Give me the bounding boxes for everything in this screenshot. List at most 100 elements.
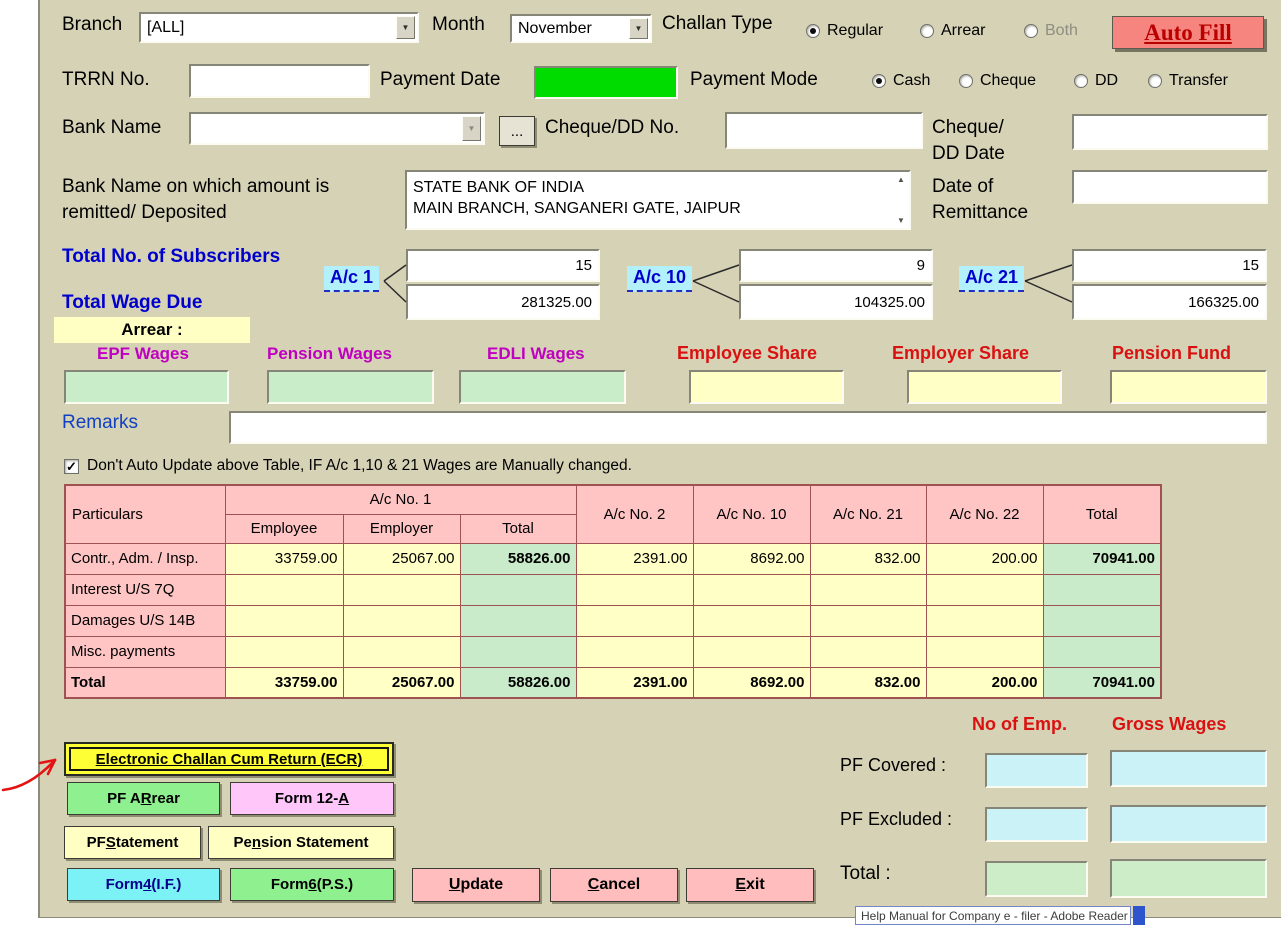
dropdown-arrow-icon[interactable]: ▼	[462, 116, 481, 141]
pf-excluded-label: PF Excluded :	[840, 809, 952, 830]
pf-arrear-label-pre: PF A	[107, 790, 141, 807]
cheque-dd-no-input[interactable]	[725, 112, 923, 149]
table-cell[interactable]: 70941.00	[1043, 543, 1161, 574]
table-cell[interactable]: 200.00	[926, 543, 1043, 574]
dropdown-arrow-icon[interactable]: ▼	[629, 18, 648, 39]
radio-mode-dd[interactable]: DD	[1074, 72, 1118, 90]
table-cell[interactable]	[576, 605, 693, 636]
table-cell[interactable]: 2391.00	[576, 543, 693, 574]
table-cell[interactable]: 58826.00	[460, 543, 576, 574]
table-cell[interactable]	[926, 574, 1043, 605]
form-6-button[interactable]: Form 6 (P.S.)	[230, 868, 394, 901]
table-cell[interactable]	[343, 605, 460, 636]
table-cell[interactable]	[225, 636, 343, 667]
total-label: Total :	[840, 863, 891, 885]
form-12a-button[interactable]: Form 12-A	[230, 782, 394, 815]
ecr-button[interactable]: Electronic Challan Cum Return (ECR)	[64, 742, 394, 776]
total-emp-input[interactable]	[985, 861, 1088, 897]
cheque-dd-date-label-line1: Cheque/	[932, 115, 1005, 141]
table-cell[interactable]	[460, 605, 576, 636]
pension-wages-input[interactable]	[267, 370, 434, 404]
account-10-subscribers-input[interactable]: 9	[739, 249, 933, 282]
table-cell[interactable]: 25067.00	[343, 543, 460, 574]
radio-mode-cheque[interactable]: Cheque	[959, 72, 1036, 90]
dropdown-arrow-icon[interactable]: ▼	[396, 16, 415, 39]
remarks-input[interactable]	[229, 411, 1267, 444]
table-cell[interactable]	[810, 574, 926, 605]
employer-share-input[interactable]	[907, 370, 1062, 404]
table-cell[interactable]	[810, 605, 926, 636]
arrear-label: Arrear :	[54, 317, 250, 343]
column-header: A/c No. 21	[810, 485, 926, 543]
table-cell[interactable]	[460, 574, 576, 605]
pension-fund-input[interactable]	[1110, 370, 1267, 404]
table-cell[interactable]: 33759.00	[225, 543, 343, 574]
auto-update-checkbox[interactable]: ✓	[64, 459, 79, 474]
pf-arrear-button[interactable]: PF ARrear	[67, 782, 220, 815]
table-cell[interactable]	[693, 574, 810, 605]
employee-share-input[interactable]	[689, 370, 844, 404]
table-cell[interactable]	[225, 605, 343, 636]
radio-mode-cash[interactable]: Cash	[872, 72, 930, 90]
radio-mode-transfer[interactable]: Transfer	[1148, 72, 1228, 90]
table-cell[interactable]	[460, 636, 576, 667]
table-cell[interactable]	[1043, 574, 1161, 605]
update-button[interactable]: Update	[412, 868, 540, 902]
bank-name-select[interactable]: ▼	[189, 112, 485, 145]
table-cell[interactable]	[1043, 605, 1161, 636]
cancel-button[interactable]: Cancel	[550, 868, 678, 902]
pf-statement-button[interactable]: PF Statement	[64, 826, 201, 859]
account-21-subscribers-input[interactable]: 15	[1072, 249, 1267, 282]
remitted-bank-input[interactable]: STATE BANK OF INDIA MAIN BRANCH, SANGANE…	[405, 170, 911, 230]
total-wages-input[interactable]	[1110, 859, 1267, 898]
radio-challan-regular[interactable]: Regular	[806, 22, 883, 40]
branch-select[interactable]: [ALL] ▼	[139, 12, 419, 43]
bank-browse-button[interactable]: ...	[499, 116, 535, 146]
update-label-post: pdate	[460, 876, 503, 894]
table-cell[interactable]	[693, 605, 810, 636]
table-cell[interactable]	[343, 636, 460, 667]
table-cell[interactable]	[1043, 636, 1161, 667]
column-header: Particulars	[65, 485, 225, 543]
pension-statement-button[interactable]: Pension Statement	[208, 826, 394, 859]
table-cell[interactable]	[926, 605, 1043, 636]
table-cell[interactable]	[693, 636, 810, 667]
epf-wages-input[interactable]	[64, 370, 229, 404]
exit-button[interactable]: Exit	[686, 868, 814, 902]
table-cell[interactable]	[343, 574, 460, 605]
radio-indicator	[872, 74, 886, 88]
table-cell[interactable]: 8692.00	[693, 543, 810, 574]
account-1-wage-input[interactable]: 281325.00	[406, 284, 600, 320]
date-of-remittance-input[interactable]	[1072, 170, 1268, 204]
auto-fill-button[interactable]: Auto Fill	[1112, 16, 1264, 49]
no-of-emp-header: No of Emp.	[972, 714, 1067, 735]
radio-challan-both[interactable]: Both	[1024, 22, 1078, 40]
table-cell[interactable]	[576, 574, 693, 605]
cheque-dd-date-input[interactable]	[1072, 114, 1268, 150]
scroll-down-icon[interactable]: ▼	[897, 216, 905, 225]
payment-date-input[interactable]	[534, 66, 678, 99]
table-cell[interactable]	[225, 574, 343, 605]
account-1-subscribers-input[interactable]: 15	[406, 249, 600, 282]
edli-wages-input[interactable]	[459, 370, 626, 404]
account-21-wage-input[interactable]: 166325.00	[1072, 284, 1267, 320]
pf-covered-emp-input[interactable]	[985, 753, 1088, 788]
form-4-button[interactable]: Form 4 (I.F.)	[67, 868, 220, 901]
table-cell[interactable]	[926, 636, 1043, 667]
month-select[interactable]: November ▼	[510, 14, 652, 43]
total-wage-due-label: Total Wage Due	[62, 292, 202, 314]
table-cell[interactable]	[810, 636, 926, 667]
account-10-wage-input[interactable]: 104325.00	[739, 284, 933, 320]
pension-statement-label-pre: Pe	[233, 834, 251, 851]
pf-covered-wages-input[interactable]	[1110, 750, 1267, 787]
scroll-up-icon[interactable]: ▲	[897, 175, 905, 184]
pf-excluded-emp-input[interactable]	[985, 807, 1088, 842]
trrn-input[interactable]	[189, 64, 370, 98]
table-cell[interactable]	[576, 636, 693, 667]
scrollbar[interactable]: ▲ ▼	[894, 173, 908, 227]
table-cell[interactable]: 832.00	[810, 543, 926, 574]
pf-statement-label-post: tatement	[116, 834, 179, 851]
radio-challan-arrear[interactable]: Arrear	[920, 22, 985, 40]
radio-label: Arrear	[941, 22, 985, 40]
pf-excluded-wages-input[interactable]	[1110, 805, 1267, 843]
